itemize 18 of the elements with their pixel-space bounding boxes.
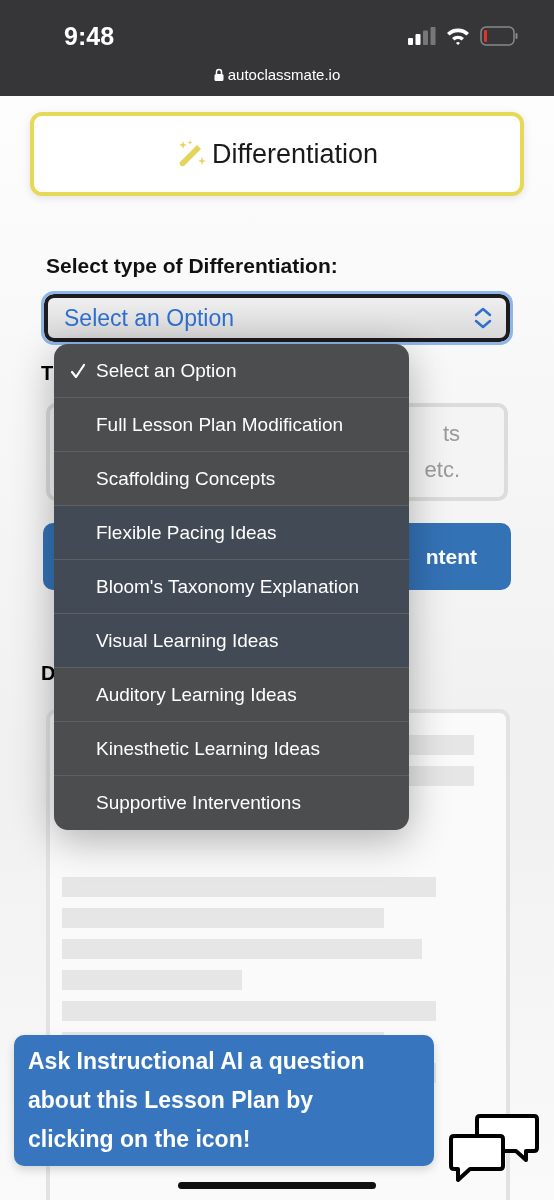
- menu-item[interactable]: Supportive Interventions: [54, 776, 409, 830]
- clock-time: 9:48: [64, 22, 115, 51]
- menu-item[interactable]: Auditory Learning Ideas: [54, 668, 409, 722]
- field-label: Select type of Differentiation:: [46, 254, 338, 278]
- type-select[interactable]: Select an Option: [44, 294, 510, 342]
- field-label: D: [41, 662, 55, 685]
- text-area-text: etc.: [424, 457, 460, 483]
- menu-item[interactable]: Full Lesson Plan Modification: [54, 398, 409, 452]
- menu-item[interactable]: Select an Option: [54, 344, 409, 398]
- menu-item[interactable]: Kinesthetic Learning Ideas: [54, 722, 409, 776]
- menu-item[interactable]: Flexible Pacing Ideas: [54, 506, 409, 560]
- menu-item[interactable]: Visual Learning Ideas: [54, 614, 409, 668]
- text-area-text: ts: [442, 421, 460, 447]
- tooltip: Ask Instructional AI a question about this Lesson Plan by clicking on the icon!: [14, 1035, 434, 1166]
- menu-item[interactable]: Bloom's Taxonomy Explanation: [54, 560, 409, 614]
- url-text[interactable]: autoclassmate.io: [227, 66, 341, 83]
- page-title: Differentiation: [211, 138, 379, 170]
- field-label: T: [41, 362, 54, 385]
